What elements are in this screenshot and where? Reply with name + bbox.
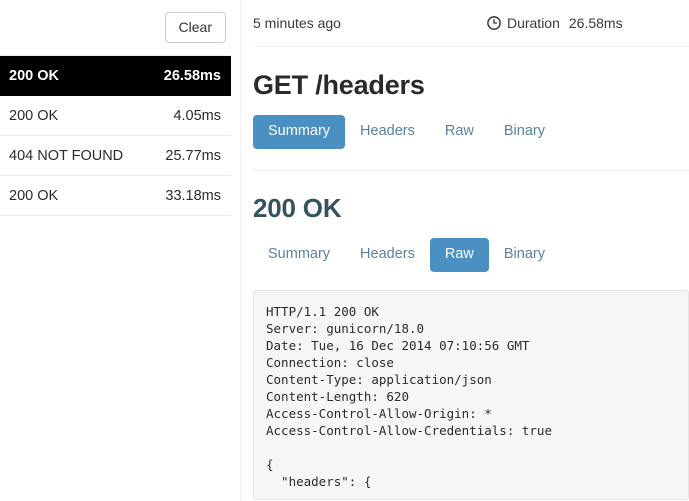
request-duration: 33.18ms xyxy=(165,187,221,204)
meta-divider xyxy=(253,46,689,47)
request-title: GET /headers xyxy=(253,70,425,100)
panel-divider xyxy=(240,0,241,501)
clock-icon xyxy=(487,15,501,31)
request-list-item[interactable]: 200 OK 33.18ms xyxy=(0,176,231,216)
clear-button[interactable]: Clear xyxy=(164,11,226,44)
request-duration: 4.05ms xyxy=(173,107,221,124)
request-duration: 26.58ms xyxy=(163,67,221,84)
tab-response-raw[interactable]: Raw xyxy=(429,238,489,272)
request-tabs: Summary Headers Raw Binary xyxy=(253,115,689,149)
request-status: 200 OK xyxy=(9,107,59,124)
relative-time: 5 minutes ago xyxy=(253,15,341,31)
tab-request-headers[interactable]: Headers xyxy=(345,115,430,149)
http-inspector-app: Clear 200 OK 26.58ms 200 OK 4.05ms 404 N… xyxy=(0,0,689,501)
duration-value: 26.58ms xyxy=(568,15,623,31)
tab-response-headers[interactable]: Headers xyxy=(345,238,430,272)
request-section-divider xyxy=(253,169,689,171)
request-list-item[interactable]: 200 OK 4.05ms xyxy=(0,96,231,136)
tab-response-summary[interactable]: Summary xyxy=(253,238,345,272)
request-list: 200 OK 26.58ms 200 OK 4.05ms 404 NOT FOU… xyxy=(0,55,231,216)
request-list-item[interactable]: 200 OK 26.58ms xyxy=(0,56,231,96)
request-section: GET /headers Summary Headers Raw Binary xyxy=(253,69,689,171)
request-status: 404 NOT FOUND xyxy=(9,147,124,164)
request-meta-bar: 5 minutes ago Duration 26.58ms xyxy=(253,0,689,46)
response-raw-body: HTTP/1.1 200 OK Server: gunicorn/18.0 Da… xyxy=(253,289,689,500)
response-title: 200 OK xyxy=(253,192,342,223)
tab-request-binary[interactable]: Binary xyxy=(489,115,560,149)
response-tabs: Summary Headers Raw Binary xyxy=(253,238,689,272)
request-duration: 25.77ms xyxy=(165,147,221,164)
request-detail-panel: 5 minutes ago Duration 26.58ms GET /head… xyxy=(253,0,689,501)
response-section: 200 OK Summary Headers Raw Binary HTTP/1… xyxy=(253,193,689,500)
request-list-item[interactable]: 404 NOT FOUND 25.77ms xyxy=(0,136,231,176)
request-status: 200 OK xyxy=(9,187,59,204)
list-toolbar: Clear xyxy=(0,0,231,55)
duration-meta: Duration 26.58ms xyxy=(487,15,623,31)
duration-label: Duration xyxy=(506,15,560,31)
request-list-panel: Clear 200 OK 26.58ms 200 OK 4.05ms 404 N… xyxy=(0,0,231,501)
tab-request-raw[interactable]: Raw xyxy=(430,115,489,149)
tab-response-binary[interactable]: Binary xyxy=(489,238,560,272)
tab-request-summary[interactable]: Summary xyxy=(253,115,346,149)
request-status: 200 OK xyxy=(9,67,59,84)
